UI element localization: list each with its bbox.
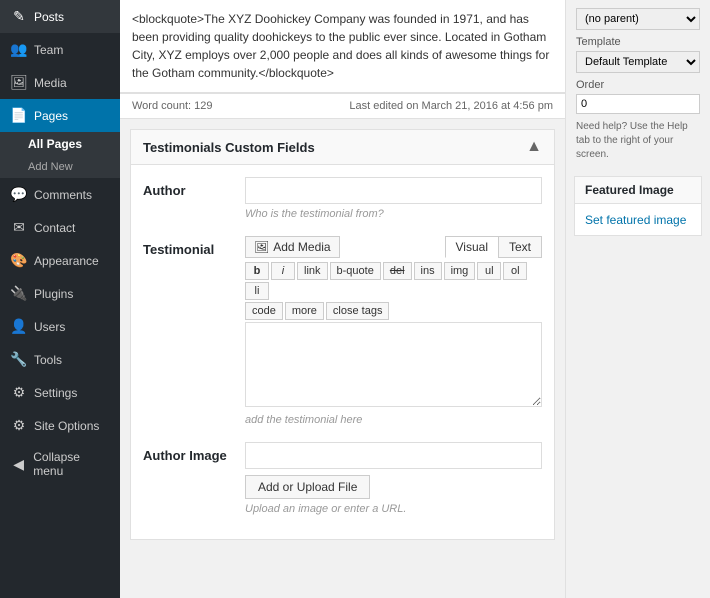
featured-image-header: Featured Image <box>575 177 701 204</box>
site-options-icon: ⚙ <box>10 417 28 434</box>
upload-hint: Upload an image or enter a URL. <box>245 503 542 515</box>
blockquote-area: <blockquote>The XYZ Doohickey Company wa… <box>120 0 565 93</box>
parent-select[interactable]: (no parent) <box>576 8 700 30</box>
help-text: Need help? Use the Help tab to the right… <box>576 120 700 162</box>
panel-title: Testimonials Custom Fields <box>143 140 315 155</box>
sidebar-item-site-options[interactable]: ⚙ Site Options <box>0 409 120 442</box>
editor-toolbar-top: 🖼 Add Media Visual Text <box>245 236 542 258</box>
word-count-bar: Word count: 129 Last edited on March 21,… <box>120 93 565 119</box>
sidebar-sub-add-new[interactable]: Add New <box>0 156 120 178</box>
pages-icon: 📄 <box>10 107 28 124</box>
fmt-img[interactable]: img <box>444 262 476 280</box>
main-area: <blockquote>The XYZ Doohickey Company wa… <box>120 0 710 598</box>
users-icon: 👤 <box>10 318 28 335</box>
blockquote-text: <blockquote>The XYZ Doohickey Company wa… <box>132 12 549 80</box>
testimonial-editor[interactable] <box>245 322 542 407</box>
sidebar: ✎ Posts 👥 Team 🖼 Media 📄 Pages All Pages… <box>0 0 120 598</box>
appearance-icon: 🎨 <box>10 252 28 269</box>
pages-submenu: All Pages Add New <box>0 132 120 178</box>
fmt-code[interactable]: code <box>245 302 283 320</box>
text-tab[interactable]: Text <box>498 236 542 258</box>
editor-wrap: 🖼 Add Media Visual Text b i link <box>245 236 542 426</box>
author-image-section: Author Image Add or Upload File Upload a… <box>143 442 542 515</box>
add-media-button[interactable]: 🖼 Add Media <box>245 236 340 258</box>
tools-icon: 🔧 <box>10 351 28 368</box>
testimonial-label: Testimonial <box>143 236 233 257</box>
fmt-more[interactable]: more <box>285 302 324 320</box>
author-row: Author Who is the testimonial from? <box>143 177 542 220</box>
view-tabs: Visual Text <box>445 236 542 258</box>
word-count: Word count: 129 <box>132 100 213 112</box>
editor-format-bar: b i link b-quote del ins img ul ol li <box>245 262 542 300</box>
editor-hint: add the testimonial here <box>245 414 542 426</box>
visual-tab[interactable]: Visual <box>445 236 498 258</box>
sidebar-item-posts[interactable]: ✎ Posts <box>0 0 120 33</box>
comments-icon: 💬 <box>10 186 28 203</box>
plugins-icon: 🔌 <box>10 285 28 302</box>
last-edited: Last edited on March 21, 2016 at 4:56 pm <box>349 100 553 112</box>
author-image-label: Author Image <box>143 442 233 463</box>
editor-format-bar-2: code more close tags <box>245 302 542 320</box>
sidebar-sub-all-pages[interactable]: All Pages <box>0 132 120 156</box>
fmt-bquote[interactable]: b-quote <box>330 262 381 280</box>
sidebar-item-plugins[interactable]: 🔌 Plugins <box>0 277 120 310</box>
author-label: Author <box>143 177 233 198</box>
panel-header: Testimonials Custom Fields ▲ <box>131 130 554 165</box>
right-top-area: (no parent) Template Default Template Or… <box>566 0 710 176</box>
sidebar-item-comments[interactable]: 💬 Comments <box>0 178 120 211</box>
panel-toggle-icon[interactable]: ▲ <box>526 138 542 156</box>
sidebar-item-media[interactable]: 🖼 Media <box>0 66 120 99</box>
author-image-field: Add or Upload File Upload an image or en… <box>245 442 542 515</box>
team-icon: 👥 <box>10 41 28 58</box>
add-media-icon: 🖼 <box>254 240 269 254</box>
custom-fields-panel: Testimonials Custom Fields ▲ Author Who … <box>130 129 555 540</box>
posts-icon: ✎ <box>10 8 28 25</box>
fmt-ins[interactable]: ins <box>414 262 442 280</box>
template-label: Template <box>576 36 700 48</box>
order-label: Order <box>576 79 700 91</box>
fmt-bold[interactable]: b <box>245 262 269 280</box>
settings-icon: ⚙ <box>10 384 28 401</box>
fmt-link[interactable]: link <box>297 262 328 280</box>
featured-image-panel: Featured Image Set featured image <box>574 176 702 236</box>
testimonial-section: Testimonial 🖼 Add Media Visual Text <box>143 236 542 426</box>
author-hint: Who is the testimonial from? <box>245 208 542 220</box>
sidebar-item-users[interactable]: 👤 Users <box>0 310 120 343</box>
right-sidebar: (no parent) Template Default Template Or… <box>565 0 710 598</box>
sidebar-item-tools[interactable]: 🔧 Tools <box>0 343 120 376</box>
sidebar-item-settings[interactable]: ⚙ Settings <box>0 376 120 409</box>
fmt-italic[interactable]: i <box>271 262 295 280</box>
fmt-ol[interactable]: ol <box>503 262 527 280</box>
collapse-icon: ◀ <box>10 456 27 473</box>
template-select[interactable]: Default Template <box>576 51 700 73</box>
sidebar-item-pages[interactable]: 📄 Pages <box>0 99 120 132</box>
sidebar-item-team[interactable]: 👥 Team <box>0 33 120 66</box>
featured-image-body: Set featured image <box>575 204 701 235</box>
set-featured-image-link[interactable]: Set featured image <box>585 213 686 227</box>
sidebar-item-collapse[interactable]: ◀ Collapse menu <box>0 442 120 486</box>
fmt-close-tags[interactable]: close tags <box>326 302 390 320</box>
author-image-input[interactable] <box>245 442 542 469</box>
fmt-del[interactable]: del <box>383 262 412 280</box>
contact-icon: ✉ <box>10 219 28 236</box>
sidebar-item-appearance[interactable]: 🎨 Appearance <box>0 244 120 277</box>
fmt-ul[interactable]: ul <box>477 262 501 280</box>
content-area: <blockquote>The XYZ Doohickey Company wa… <box>120 0 565 598</box>
author-field: Who is the testimonial from? <box>245 177 542 220</box>
order-input[interactable] <box>576 94 700 114</box>
panel-body: Author Who is the testimonial from? Test… <box>131 165 554 539</box>
upload-file-button[interactable]: Add or Upload File <box>245 475 370 499</box>
author-input[interactable] <box>245 177 542 204</box>
sidebar-item-contact[interactable]: ✉ Contact <box>0 211 120 244</box>
media-icon: 🖼 <box>10 74 28 91</box>
fmt-li[interactable]: li <box>245 282 269 300</box>
